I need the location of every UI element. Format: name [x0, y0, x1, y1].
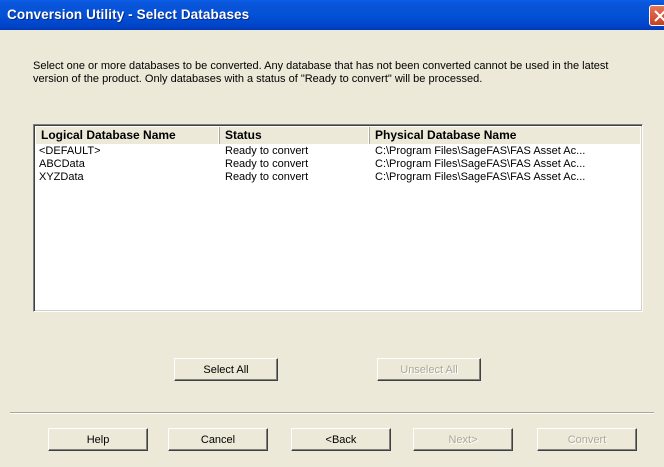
column-header-physical-name[interactable]: Physical Database Name [370, 127, 642, 144]
window-title: Conversion Utility - Select Databases [7, 7, 250, 22]
title-bar: Conversion Utility - Select Databases [0, 0, 664, 30]
column-header-status[interactable]: Status [220, 127, 370, 144]
cell-logical-name: XYZData [39, 171, 84, 183]
select-all-button[interactable]: Select All [174, 358, 278, 381]
cell-physical-name: C:\Program Files\SageFAS\FAS Asset Ac... [375, 145, 586, 157]
next-button[interactable]: Next> [413, 428, 513, 451]
back-button[interactable]: <Back [291, 428, 391, 451]
cell-physical-name: C:\Program Files\SageFAS\FAS Asset Ac... [375, 158, 586, 170]
table-row[interactable]: XYZData Ready to convert C:\Program File… [36, 171, 640, 184]
cancel-button[interactable]: Cancel [168, 428, 268, 451]
cell-logical-name: ABCData [39, 158, 85, 170]
close-button[interactable] [649, 5, 664, 26]
separator-line [10, 412, 654, 414]
convert-button[interactable]: Convert [537, 428, 637, 451]
cell-logical-name: <DEFAULT> [39, 145, 101, 157]
close-icon [654, 10, 664, 22]
cell-status: Ready to convert [225, 158, 309, 170]
cell-status: Ready to convert [225, 145, 309, 157]
unselect-all-button[interactable]: Unselect All [377, 358, 481, 381]
cell-status: Ready to convert [225, 171, 309, 183]
instructions-text: Select one or more databases to be conve… [33, 60, 609, 85]
cell-physical-name: C:\Program Files\SageFAS\FAS Asset Ac... [375, 171, 586, 183]
database-list[interactable]: Logical Database Name Status Physical Da… [33, 124, 643, 312]
help-button[interactable]: Help [48, 428, 148, 451]
table-row[interactable]: <DEFAULT> Ready to convert C:\Program Fi… [36, 145, 640, 158]
column-header-logical-name[interactable]: Logical Database Name [36, 127, 220, 144]
list-header: Logical Database Name Status Physical Da… [36, 127, 640, 144]
table-row[interactable]: ABCData Ready to convert C:\Program File… [36, 158, 640, 171]
